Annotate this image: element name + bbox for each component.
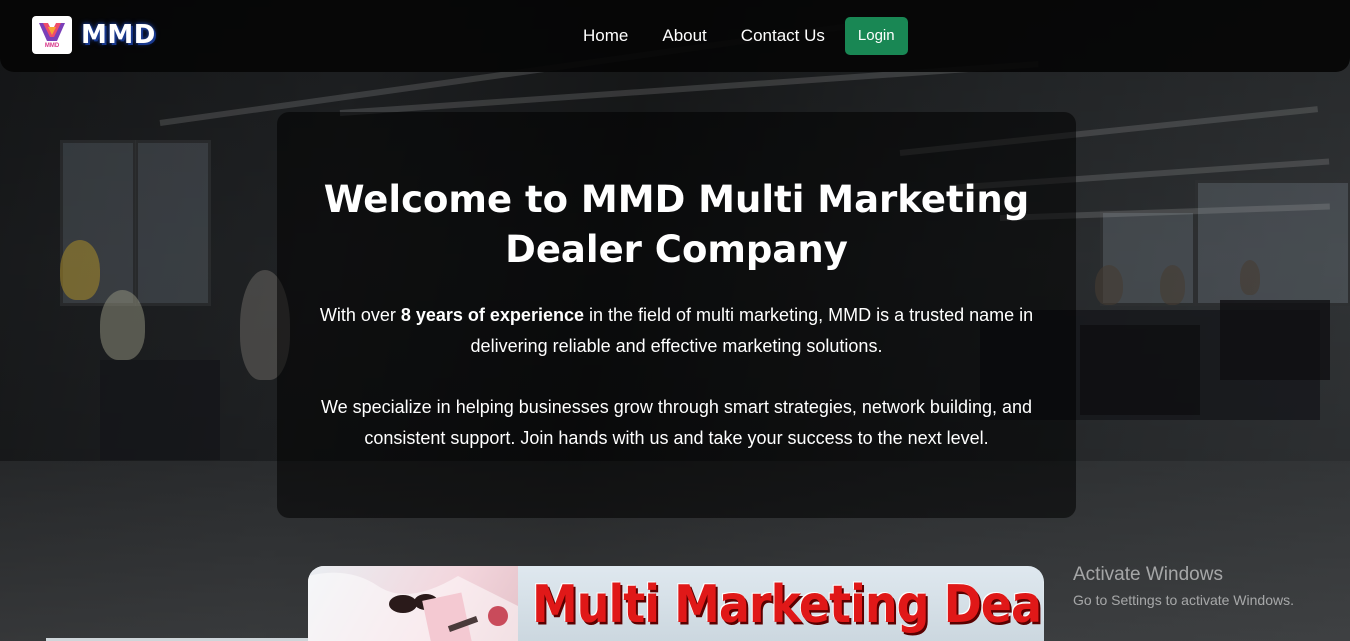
hero-title: Welcome to MMD Multi Marketing Dealer Co… <box>323 178 1030 271</box>
page: MMD MMD Home About Contact Us Login Welc… <box>0 0 1350 641</box>
brand-logo-text: MMD <box>44 42 60 49</box>
hero-p1-before: With over <box>319 305 401 325</box>
banner-products-image <box>308 566 518 641</box>
banner-image: Multi Marketing Dealers <box>308 566 1044 641</box>
hero-paragraph-specialize: We specialize in helping businesses grow… <box>320 397 1033 448</box>
watermark-title: Activate Windows <box>1073 564 1223 585</box>
nav-link-contact-us[interactable]: Contact Us <box>741 17 825 55</box>
banner-title: Multi Marketing Dealers <box>532 574 1044 635</box>
nav-link-about[interactable]: About <box>662 17 706 55</box>
login-button[interactable]: Login <box>844 17 908 55</box>
hero-p1-highlight: 8 years of experience <box>400 305 584 325</box>
brand-logo-mark-icon <box>39 22 65 41</box>
hero-card: Welcome to MMD Multi Marketing Dealer Co… <box>277 112 1076 518</box>
brand-logo[interactable]: MMD <box>32 16 72 54</box>
nav-link-home[interactable]: Home <box>583 17 628 55</box>
navbar: MMD MMD Home About Contact Us Login <box>0 0 1350 72</box>
brand[interactable]: MMD MMD <box>32 16 156 54</box>
brand-name[interactable]: MMD <box>81 20 156 50</box>
watermark-subtitle: Go to Settings to activate Windows. <box>1073 592 1294 608</box>
nav-links: Home About Contact Us Login <box>583 17 908 55</box>
hero-paragraph-experience: With over 8 years of experience in the f… <box>297 300 1057 362</box>
windows-activation-watermark: Activate Windows Go to Settings to activ… <box>1073 563 1294 610</box>
